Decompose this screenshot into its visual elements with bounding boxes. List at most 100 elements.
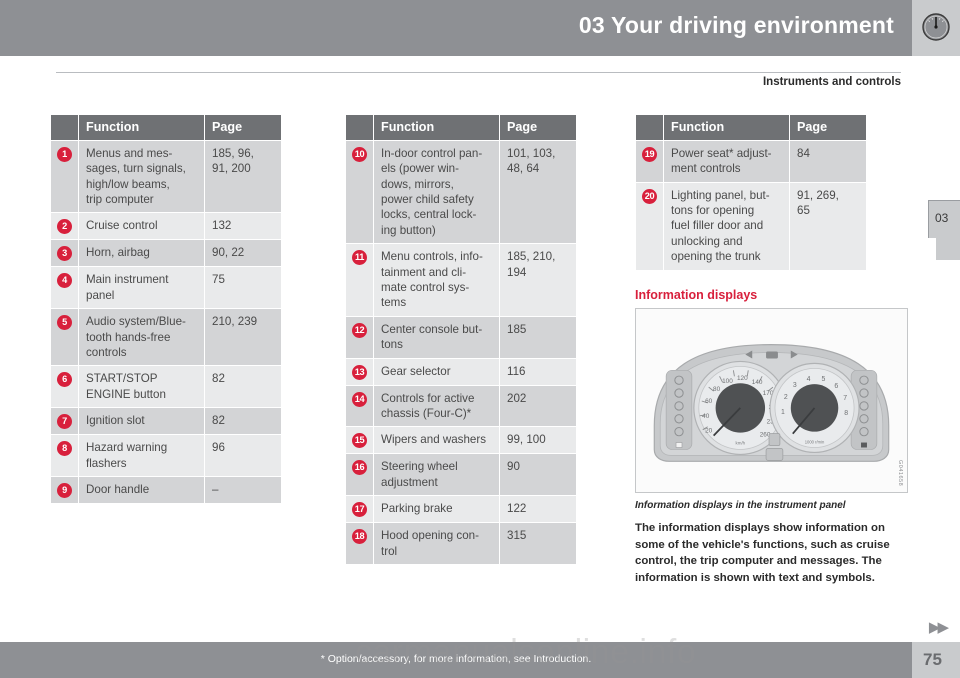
chapter-tab-label: 03 bbox=[935, 211, 949, 225]
row-number-badge: 13 bbox=[346, 358, 373, 385]
row-function-text: Wipers and washers bbox=[374, 427, 499, 454]
number-bullet-icon: 1 bbox=[57, 146, 72, 162]
number-bullet-icon: 18 bbox=[352, 529, 367, 545]
number-bullet-icon: 10 bbox=[352, 146, 367, 162]
row-page-reference: 82 bbox=[205, 366, 281, 408]
table-row: 5 Audio system/Blue-tooth hands-free contr… bbox=[51, 309, 281, 366]
column-header-page: Page bbox=[500, 115, 576, 140]
number-bullet-icon: 9 bbox=[57, 483, 72, 499]
row-page-reference: 90 bbox=[500, 454, 576, 496]
svg-text:2: 2 bbox=[784, 394, 788, 401]
row-page-reference: 210, 239 bbox=[205, 309, 281, 366]
row-number-badge: 15 bbox=[346, 427, 373, 454]
row-number-badge: 14 bbox=[346, 385, 373, 427]
row-number-badge: 17 bbox=[346, 496, 373, 523]
table-row: 9 Door handle – bbox=[51, 477, 281, 504]
function-table-2: Function Page 10 In-door control pan-els … bbox=[345, 114, 577, 566]
row-function-text: Controls for active chassis (Four-C)* bbox=[374, 385, 499, 427]
table-row: 16 Steering wheel adjustment 90 bbox=[346, 454, 576, 496]
instrument-cluster-illustration: 20 40 60 80 100 120 140 170 200 230 260 … bbox=[653, 344, 890, 462]
row-page-reference: 96 bbox=[205, 435, 281, 477]
svg-text:6: 6 bbox=[834, 383, 838, 390]
row-page-reference: 202 bbox=[500, 385, 576, 427]
row-number-badge: 8 bbox=[51, 435, 78, 477]
table-row: 7 Ignition slot 82 bbox=[51, 408, 281, 435]
table-row: 4 Main instrument panel 75 bbox=[51, 267, 281, 309]
section-subtitle: Instruments and controls bbox=[762, 76, 901, 88]
table-row: 8 Hazard warning flashers 96 bbox=[51, 435, 281, 477]
footer-corner: 75 bbox=[912, 642, 960, 678]
number-bullet-icon: 12 bbox=[352, 322, 367, 338]
page-header: 03 Your driving environment bbox=[0, 0, 912, 56]
number-bullet-icon: 15 bbox=[352, 433, 367, 449]
header-icon-cell bbox=[912, 0, 960, 56]
svg-text:8: 8 bbox=[844, 410, 848, 417]
row-page-reference: 315 bbox=[500, 523, 576, 565]
row-function-text: In-door control pan-els (power win-dows,… bbox=[374, 140, 499, 244]
number-bullet-icon: 5 bbox=[57, 315, 72, 331]
number-bullet-icon: 20 bbox=[642, 188, 657, 204]
column-header-function: Function bbox=[374, 115, 499, 140]
svg-text:1000 r/min: 1000 r/min bbox=[805, 440, 825, 445]
table-row: 17 Parking brake 122 bbox=[346, 496, 576, 523]
row-number-badge: 20 bbox=[636, 182, 663, 270]
row-number-badge: 7 bbox=[51, 408, 78, 435]
row-function-text: Parking brake bbox=[374, 496, 499, 523]
row-number-badge: 6 bbox=[51, 366, 78, 408]
row-number-badge: 3 bbox=[51, 240, 78, 267]
row-page-reference: 75 bbox=[205, 267, 281, 309]
svg-text:140: 140 bbox=[752, 379, 763, 386]
column-header-number bbox=[346, 115, 373, 140]
number-bullet-icon: 17 bbox=[352, 502, 367, 518]
chapter-tab: 03 bbox=[928, 200, 960, 238]
table-row: 20 Lighting panel, but-tons for opening fu… bbox=[636, 182, 866, 270]
svg-text:7: 7 bbox=[843, 395, 847, 402]
row-number-badge: 19 bbox=[636, 140, 663, 182]
table-row: 1 Menus and mes-sages, turn signals, high/… bbox=[51, 140, 281, 213]
row-page-reference: 116 bbox=[500, 358, 576, 385]
svg-text:80: 80 bbox=[713, 386, 721, 393]
table-header-row: Function Page bbox=[346, 115, 576, 140]
svg-text:100: 100 bbox=[722, 378, 733, 385]
svg-text:40: 40 bbox=[702, 413, 710, 420]
row-number-badge: 16 bbox=[346, 454, 373, 496]
table-row: 11 Menu controls, info-tainment and cli-m… bbox=[346, 244, 576, 316]
table-body: 10 In-door control pan-els (power win-dow… bbox=[346, 140, 576, 565]
table-row: 10 In-door control pan-els (power win-dow… bbox=[346, 140, 576, 244]
row-function-text: Power seat* adjust-ment controls bbox=[664, 140, 789, 182]
svg-text:4: 4 bbox=[807, 376, 811, 383]
number-bullet-icon: 3 bbox=[57, 246, 72, 262]
column-header-number bbox=[636, 115, 663, 140]
table-row: 12 Center console but-tons 185 bbox=[346, 316, 576, 358]
function-table-1: Function Page 1 Menus and mes-sages, turn… bbox=[50, 114, 282, 505]
number-bullet-icon: 14 bbox=[352, 391, 367, 407]
row-number-badge: 9 bbox=[51, 477, 78, 504]
table-header-row: Function Page bbox=[636, 115, 866, 140]
information-displays-heading: Information displays bbox=[635, 288, 758, 302]
row-function-text: Ignition slot bbox=[79, 408, 204, 435]
row-page-reference: 90, 22 bbox=[205, 240, 281, 267]
page-root: 03 Your driving environment Instruments … bbox=[0, 0, 960, 678]
function-table-3: Function Page 19 Power seat* adjust-ment … bbox=[635, 114, 867, 271]
svg-text:5: 5 bbox=[822, 376, 826, 383]
row-function-text: Hazard warning flashers bbox=[79, 435, 204, 477]
svg-text:20: 20 bbox=[705, 428, 713, 435]
row-function-text: Steering wheel adjustment bbox=[374, 454, 499, 496]
number-bullet-icon: 7 bbox=[57, 414, 72, 430]
row-function-text: Horn, airbag bbox=[79, 240, 204, 267]
gauge-icon bbox=[922, 13, 950, 41]
table-row: 15 Wipers and washers 99, 100 bbox=[346, 427, 576, 454]
number-bullet-icon: 6 bbox=[57, 372, 72, 388]
row-function-text: Main instrument panel bbox=[79, 267, 204, 309]
table-row: 2 Cruise control 132 bbox=[51, 213, 281, 240]
row-page-reference: 99, 100 bbox=[500, 427, 576, 454]
row-number-badge: 10 bbox=[346, 140, 373, 244]
section-subtitle-rule: Instruments and controls bbox=[56, 72, 901, 92]
row-page-reference: 91, 269, 65 bbox=[790, 182, 866, 270]
number-bullet-icon: 11 bbox=[352, 250, 367, 266]
page-footer: * Option/accessory, for more information… bbox=[0, 642, 912, 678]
svg-text:3: 3 bbox=[793, 382, 797, 389]
svg-text:1: 1 bbox=[781, 409, 785, 416]
table-row: 3 Horn, airbag 90, 22 bbox=[51, 240, 281, 267]
table-row: 18 Hood opening con-trol 315 bbox=[346, 523, 576, 565]
